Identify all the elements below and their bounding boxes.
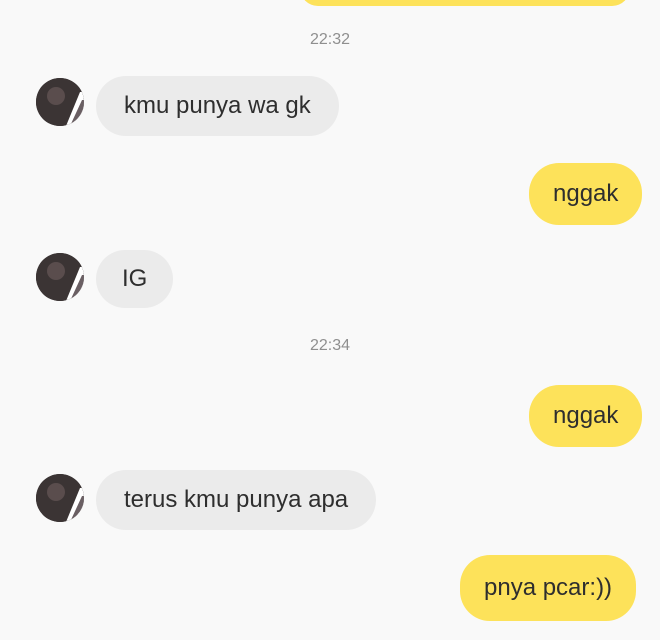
message-text: terus kmu punya apa — [124, 486, 349, 513]
message-text: nggak — [553, 180, 619, 207]
contact-avatar-icon[interactable] — [36, 474, 84, 522]
outgoing-message-bubble[interactable]: pnya pcar:)) — [460, 555, 637, 621]
timestamp: 22:32 — [309, 31, 351, 48]
outgoing-message-bubble[interactable]: nggak — [529, 163, 643, 225]
message-text: IG — [122, 265, 148, 292]
message-text: kmu punya wa gk — [124, 92, 311, 119]
message-text: pnya pcar:)) — [484, 574, 613, 601]
contact-avatar-icon[interactable] — [36, 78, 84, 126]
incoming-message-bubble[interactable]: IG — [96, 250, 174, 308]
incoming-message-bubble[interactable]: terus kmu punya apa — [96, 470, 377, 530]
timestamp: 22:34 — [309, 337, 351, 354]
incoming-message-bubble[interactable]: kmu punya wa gk — [96, 76, 339, 136]
outgoing-message-bubble[interactable]: nggak — [529, 385, 643, 447]
contact-avatar-icon[interactable] — [36, 253, 84, 301]
chat-thread: 22:32 kmu punya wa gk nggak IG 22:34 ngg… — [0, 0, 660, 640]
message-text: nggak — [553, 402, 619, 429]
outgoing-message-bubble-cropped[interactable] — [300, 0, 630, 6]
